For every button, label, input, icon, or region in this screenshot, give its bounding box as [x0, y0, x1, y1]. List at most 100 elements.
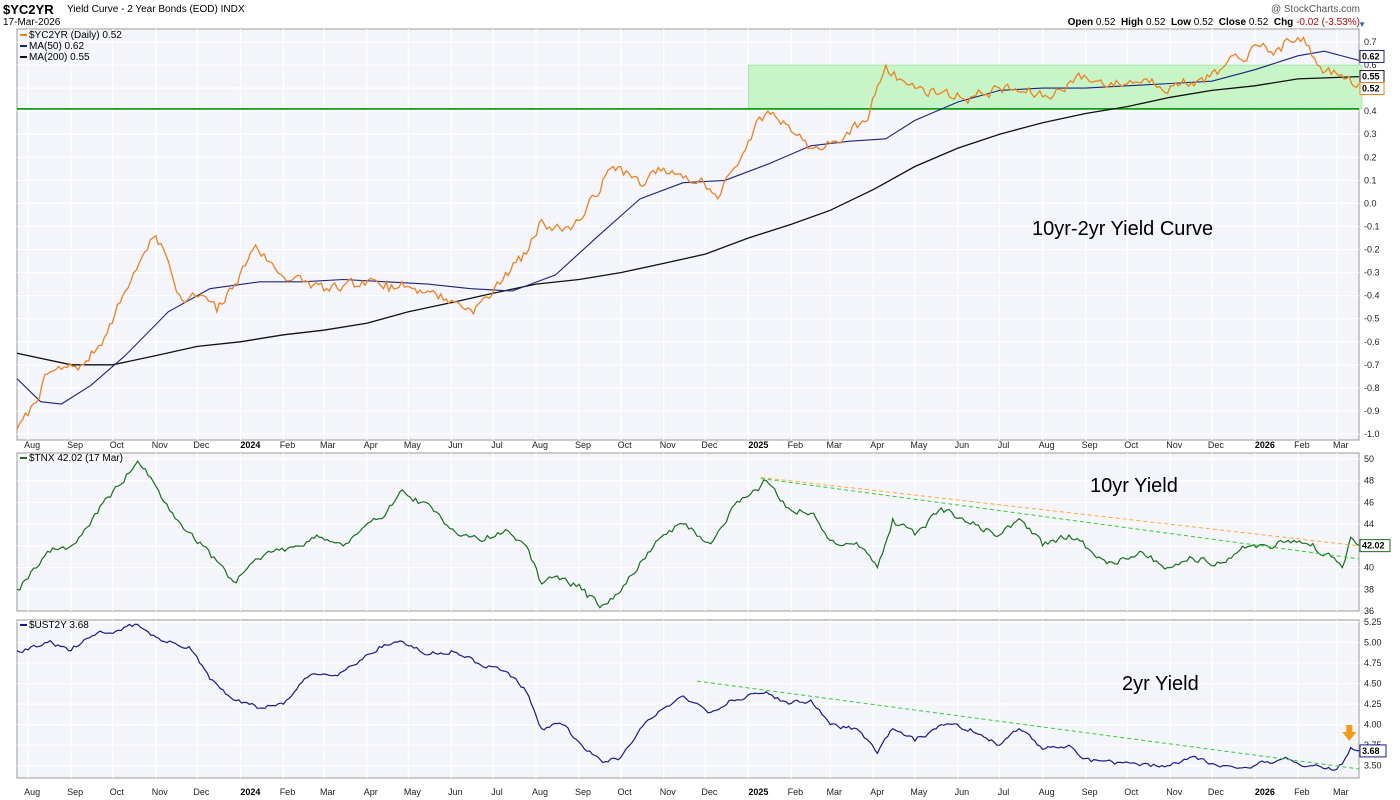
x-tick-label: Apr [870, 787, 884, 797]
y-tick-label: -0.8 [1364, 383, 1380, 393]
x-tick-label: Aug [24, 440, 40, 450]
y-tick-label: 4.50 [1364, 679, 1382, 689]
x-tick-label: May [910, 440, 928, 450]
x-tick-label: Nov [660, 440, 677, 450]
legend-entry: $UST2Y 3.68 [29, 620, 89, 631]
x-tick-label: 2025 [748, 440, 768, 450]
x-tick-label: Nov [152, 787, 169, 797]
y-tick-label: 0.3 [1364, 129, 1377, 139]
last-value-label: 42.02 [1362, 541, 1385, 551]
last-value-label: 0.62 [1362, 51, 1380, 61]
y-tick-label: 5.00 [1364, 638, 1382, 648]
x-tick-label: Dec [701, 787, 718, 797]
y-tick-label: 0.2 [1364, 152, 1377, 162]
x-tick-label: May [910, 787, 928, 797]
x-tick-label: Aug [532, 440, 548, 450]
x-tick-label: Feb [788, 440, 804, 450]
x-tick-label: Dec [701, 440, 718, 450]
x-tick-label: Aug [532, 787, 548, 797]
x-tick-label: Nov [1166, 787, 1183, 797]
y-tick-label: 0.7 [1364, 37, 1377, 47]
y-tick-label: 36 [1364, 606, 1374, 616]
x-tick-label: Aug [24, 787, 40, 797]
y-tick-label: -0.6 [1364, 337, 1380, 347]
x-tick-label: Sep [67, 787, 83, 797]
x-tick-label: Mar [1333, 787, 1349, 797]
x-tick-label: Oct [618, 440, 633, 450]
x-tick-label: Mar [320, 440, 336, 450]
x-tick-label: Jul [998, 440, 1010, 450]
y-tick-label: -0.4 [1364, 291, 1380, 301]
y-tick-label: 46 [1364, 497, 1374, 507]
x-tick-label: Jun [448, 440, 463, 450]
y-tick-label: 0.0 [1364, 198, 1377, 208]
x-tick-label: Feb [788, 787, 804, 797]
x-tick-label: Dec [193, 787, 210, 797]
y-tick-label: 44 [1364, 519, 1374, 529]
x-tick-label: Oct [110, 440, 125, 450]
x-tick-label: Oct [110, 787, 125, 797]
x-tick-label: Jul [491, 787, 503, 797]
x-tick-label: Feb [1294, 440, 1310, 450]
x-tick-label: Feb [1294, 787, 1310, 797]
yield-curve-annotation: 10yr-2yr Yield Curve [1032, 218, 1213, 240]
y-tick-label: -1.0 [1364, 429, 1380, 439]
x-tick-label: Feb [280, 787, 296, 797]
x-tick-label: Nov [1166, 440, 1183, 450]
x-tick-label: Mar [1333, 440, 1349, 450]
x-tick-label: Feb [280, 440, 296, 450]
x-tick-label: Oct [1124, 787, 1139, 797]
x-tick-label: Mar [826, 787, 842, 797]
y-tick-label: 4.00 [1364, 720, 1382, 730]
y-tick-label: 48 [1364, 476, 1374, 486]
y-tick-label: 3.50 [1364, 761, 1382, 771]
y-tick-label: 4.25 [1364, 699, 1382, 709]
y-tick-label: -0.7 [1364, 360, 1380, 370]
x-tick-label: Dec [1208, 787, 1225, 797]
last-value-label: 0.52 [1362, 84, 1380, 94]
y-tick-label: -0.1 [1364, 221, 1380, 231]
x-tick-label: Sep [575, 787, 591, 797]
last-value-label: 0.55 [1362, 72, 1380, 82]
panel-3-background [16, 619, 1360, 779]
x-tick-label: Aug [1039, 787, 1055, 797]
x-tick-label: 2024 [240, 787, 260, 797]
y-tick-label: -0.2 [1364, 245, 1380, 255]
x-tick-label: Dec [193, 440, 210, 450]
x-tick-label: 2026 [1255, 440, 1275, 450]
x-tick-label: Jun [955, 440, 970, 450]
tnx-annotation: 10yr Yield [1090, 475, 1178, 497]
x-tick-label: Oct [618, 787, 633, 797]
x-tick-label: 2025 [748, 787, 768, 797]
y-tick-label: 0.1 [1364, 175, 1377, 185]
y-tick-label: 38 [1364, 584, 1374, 594]
x-tick-label: Sep [1082, 787, 1098, 797]
x-tick-label: May [404, 440, 422, 450]
x-tick-label: Dec [1208, 440, 1225, 450]
x-tick-label: Sep [575, 440, 591, 450]
ust2y-annotation: 2yr Yield [1122, 673, 1199, 695]
x-tick-label: Apr [870, 440, 884, 450]
legend-entry: $TNX 42.02 (17 Mar) [29, 453, 123, 464]
consolidation-zone [748, 64, 1363, 110]
x-tick-label: Apr [364, 440, 378, 450]
y-tick-label: -0.3 [1364, 268, 1380, 278]
x-tick-label: Nov [660, 787, 677, 797]
y-tick-label: 40 [1364, 563, 1374, 573]
chart-svg: 0.70.60.50.40.30.20.10.0-0.1-0.2-0.3-0.4… [16, 28, 1391, 797]
x-tick-label: Sep [67, 440, 83, 450]
x-tick-label: Jul [998, 787, 1010, 797]
x-tick-label: Nov [152, 440, 169, 450]
x-tick-label: Jun [448, 787, 463, 797]
y-tick-label: 50 [1364, 454, 1374, 464]
x-tick-label: Jul [491, 440, 503, 450]
y-tick-label: -0.9 [1364, 406, 1380, 416]
x-tick-label: Apr [364, 787, 378, 797]
x-tick-label: 2026 [1255, 787, 1275, 797]
x-tick-label: 2024 [240, 440, 260, 450]
x-tick-label: May [404, 787, 422, 797]
y-tick-label: -0.5 [1364, 314, 1380, 324]
y-tick-label: 4.75 [1364, 658, 1382, 668]
legend-entry: MA(50) 0.62 [29, 41, 84, 52]
x-tick-label: Mar [826, 440, 842, 450]
